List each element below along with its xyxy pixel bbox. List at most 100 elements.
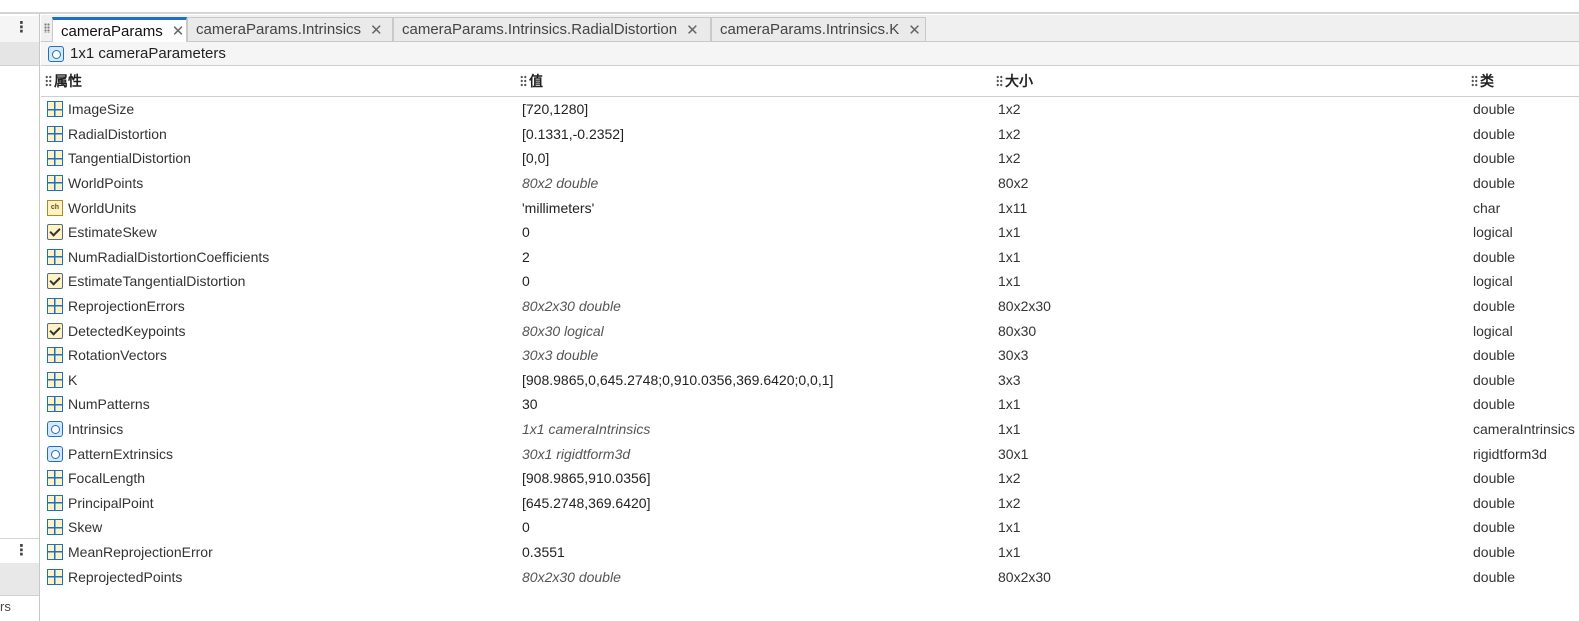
- property-name: NumPatterns: [68, 396, 150, 413]
- tab-cameraParams[interactable]: cameraParams ✕: [52, 17, 187, 42]
- column-drag-grip-icon[interactable]: [996, 75, 1003, 87]
- property-name-cell[interactable]: WorldPoints: [47, 171, 143, 196]
- property-value-cell[interactable]: 0: [522, 515, 530, 540]
- property-name: ReprojectedPoints: [68, 568, 183, 585]
- close-icon[interactable]: ✕: [686, 21, 699, 39]
- property-value-cell[interactable]: 0: [522, 220, 530, 245]
- property-value-cell[interactable]: 80x2 double: [522, 171, 598, 196]
- table-row[interactable]: DetectedKeypoints 80x30 logical 80x30 logic…: [41, 318, 1579, 343]
- property-class-cell: logical: [1473, 322, 1513, 339]
- property-name: MeanReprojectionError: [68, 543, 213, 560]
- property-name-cell[interactable]: NumRadialDistortionCoefficients: [47, 245, 269, 270]
- property-name-cell[interactable]: FocalLength: [47, 466, 145, 491]
- property-name-cell[interactable]: DetectedKeypoints: [47, 318, 186, 343]
- table-row[interactable]: ReprojectionErrors 80x2x30 double 80x2x30 d…: [41, 294, 1579, 319]
- property-name-cell[interactable]: RotationVectors: [47, 343, 167, 368]
- property-value-cell[interactable]: [645.2748,369.6420]: [522, 491, 650, 516]
- table-row[interactable]: ReprojectedPoints 80x2x30 double 80x2x30 do…: [41, 564, 1579, 589]
- close-icon[interactable]: ✕: [172, 22, 185, 40]
- property-name-cell[interactable]: NumPatterns: [47, 392, 150, 417]
- column-drag-grip-icon[interactable]: [45, 75, 52, 87]
- property-value-cell[interactable]: 'millimeters': [522, 195, 594, 220]
- more-options-icon-2[interactable]: ⋮: [14, 543, 29, 558]
- tab-cameraParams-Intrinsics-K[interactable]: cameraParams.Intrinsics.K ✕: [711, 17, 926, 41]
- matrix-icon: [47, 150, 63, 167]
- property-class-cell: double: [1473, 568, 1516, 585]
- table-row[interactable]: EstimateSkew 0 1x1 logical: [41, 220, 1579, 245]
- property-name-cell[interactable]: ReprojectedPoints: [47, 564, 182, 589]
- property-name-cell[interactable]: EstimateSkew: [47, 220, 157, 245]
- property-value-cell[interactable]: 30x3 double: [522, 343, 598, 368]
- table-row[interactable]: Skew 0 1x1 double: [41, 515, 1579, 540]
- matrix-icon: [47, 248, 63, 265]
- property-value-cell[interactable]: 80x30 logical: [522, 318, 604, 343]
- table-row[interactable]: NumPatterns 30 1x1 double: [41, 392, 1579, 417]
- matrix-icon: [47, 125, 63, 142]
- property-name-cell[interactable]: ch WorldUnits: [47, 195, 136, 220]
- variable-header: 1x1 cameraParameters: [41, 42, 1579, 66]
- tab-strip-grip-icon[interactable]: [44, 23, 50, 33]
- property-name-cell[interactable]: TangentialDistortion: [47, 146, 191, 171]
- tab-cameraParams-Intrinsics-RadialDistortion[interactable]: cameraParams.Intrinsics.RadialDistortion…: [393, 17, 711, 41]
- column-drag-grip-icon[interactable]: [520, 75, 527, 87]
- property-value-cell[interactable]: [720,1280]: [522, 97, 588, 122]
- table-row[interactable]: Intrinsics 1x1 cameraIntrinsics 1x1 cameraI…: [41, 417, 1579, 442]
- table-row[interactable]: MeanReprojectionError 0.3551 1x1 double: [41, 540, 1579, 565]
- column-header-property[interactable]: 属性: [45, 66, 82, 96]
- property-value-cell[interactable]: [908.9865,910.0356]: [522, 466, 650, 491]
- table-row[interactable]: TangentialDistortion [0,0] 1x2 double: [41, 146, 1579, 171]
- property-class-cell: double: [1473, 396, 1516, 413]
- property-value-cell[interactable]: 30: [522, 392, 538, 417]
- column-header-label: 大小: [1005, 73, 1033, 89]
- tab-label: cameraParams.Intrinsics.K: [720, 21, 900, 38]
- close-icon[interactable]: ✕: [370, 21, 383, 39]
- close-icon[interactable]: ✕: [908, 21, 921, 39]
- property-name: EstimateTangentialDistortion: [68, 273, 246, 290]
- table-row[interactable]: RotationVectors 30x3 double 30x3 double: [41, 343, 1579, 368]
- property-size-cell: 1x1: [998, 519, 1021, 536]
- property-value-cell[interactable]: 30x1 rigidtform3d: [522, 441, 630, 466]
- property-name-cell[interactable]: Skew: [47, 515, 102, 540]
- column-header-size[interactable]: 大小: [996, 66, 1033, 96]
- more-options-icon[interactable]: ⋮: [14, 20, 29, 35]
- property-name-cell[interactable]: K: [47, 368, 77, 393]
- table-row[interactable]: RadialDistortion [0.1331,-0.2352] 1x2 doubl…: [41, 122, 1579, 147]
- left-panel-selected-row[interactable]: [0, 42, 39, 66]
- table-row[interactable]: FocalLength [908.9865,910.0356] 1x2 double: [41, 466, 1579, 491]
- property-value-cell[interactable]: [908.9865,0,645.2748;0,910.0356,369.6420…: [522, 368, 833, 393]
- property-value-cell[interactable]: 0.3551: [522, 540, 565, 565]
- table-row[interactable]: PatternExtrinsics 30x1 rigidtform3d 30x1 ri…: [41, 441, 1579, 466]
- property-name-cell[interactable]: EstimateTangentialDistortion: [47, 269, 245, 294]
- property-value-cell[interactable]: [0,0]: [522, 146, 549, 171]
- property-name-cell[interactable]: RadialDistortion: [47, 122, 167, 147]
- table-row[interactable]: K [908.9865,0,645.2748;0,910.0356,369.642…: [41, 368, 1579, 393]
- tab-cameraParams-Intrinsics[interactable]: cameraParams.Intrinsics ✕: [187, 17, 393, 41]
- property-value-cell[interactable]: 80x2x30 double: [522, 564, 621, 589]
- property-name-cell[interactable]: ReprojectionErrors: [47, 294, 185, 319]
- column-header-class[interactable]: 类: [1471, 66, 1494, 96]
- table-row[interactable]: ch WorldUnits 'millimeters' 1x11 char: [41, 195, 1579, 220]
- property-value-cell[interactable]: 80x2x30 double: [522, 294, 621, 319]
- column-drag-grip-icon[interactable]: [1471, 75, 1478, 87]
- table-row[interactable]: EstimateTangentialDistortion 0 1x1 logical: [41, 269, 1579, 294]
- property-value-cell[interactable]: [0.1331,-0.2352]: [522, 122, 624, 147]
- left-panel-selected-row-2[interactable]: [0, 563, 39, 596]
- table-row[interactable]: NumRadialDistortionCoefficients 2 1x1 doubl…: [41, 245, 1579, 270]
- matrix-icon: [47, 298, 63, 315]
- property-value-cell[interactable]: 0: [522, 269, 530, 294]
- table-row[interactable]: ImageSize [720,1280] 1x2 double: [41, 97, 1579, 122]
- property-name-cell[interactable]: MeanReprojectionError: [47, 540, 213, 565]
- column-header-value[interactable]: 值: [520, 66, 543, 96]
- matrix-icon: [47, 470, 63, 487]
- matrix-icon: [47, 101, 63, 118]
- property-name-cell[interactable]: PrincipalPoint: [47, 491, 154, 516]
- table-row[interactable]: WorldPoints 80x2 double 80x2 double: [41, 171, 1579, 196]
- property-name-cell[interactable]: Intrinsics: [47, 417, 123, 442]
- property-value-cell[interactable]: 1x1 cameraIntrinsics: [522, 417, 650, 442]
- property-value-cell[interactable]: 2: [522, 245, 530, 270]
- property-name-cell[interactable]: PatternExtrinsics: [47, 441, 173, 466]
- table-row[interactable]: PrincipalPoint [645.2748,369.6420] 1x2 doub…: [41, 491, 1579, 516]
- property-name-cell[interactable]: ImageSize: [47, 97, 134, 122]
- property-name: NumRadialDistortionCoefficients: [68, 248, 270, 265]
- property-name: PrincipalPoint: [68, 494, 154, 511]
